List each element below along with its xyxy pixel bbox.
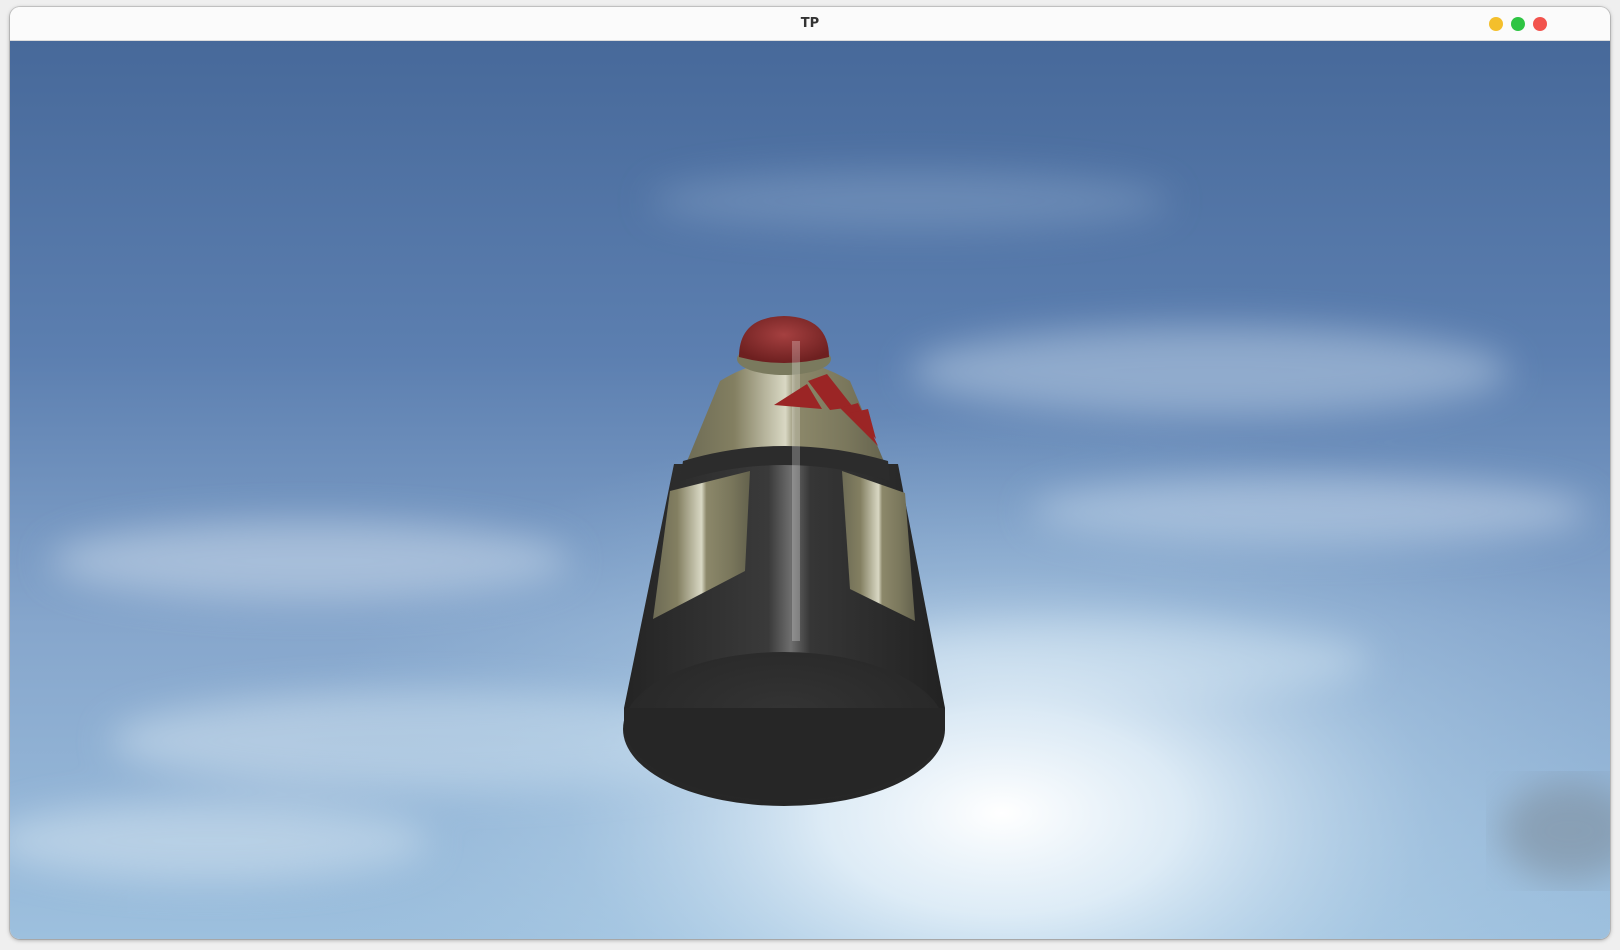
window-title: TP: [800, 16, 820, 31]
title-bar[interactable]: TP: [10, 7, 1610, 41]
minimize-button[interactable]: [1489, 17, 1503, 31]
specular-highlight: [792, 341, 800, 641]
maximize-button[interactable]: [1511, 17, 1525, 31]
close-button[interactable]: [1533, 17, 1547, 31]
app-window: TP: [10, 7, 1610, 939]
3d-viewport[interactable]: [10, 41, 1610, 939]
